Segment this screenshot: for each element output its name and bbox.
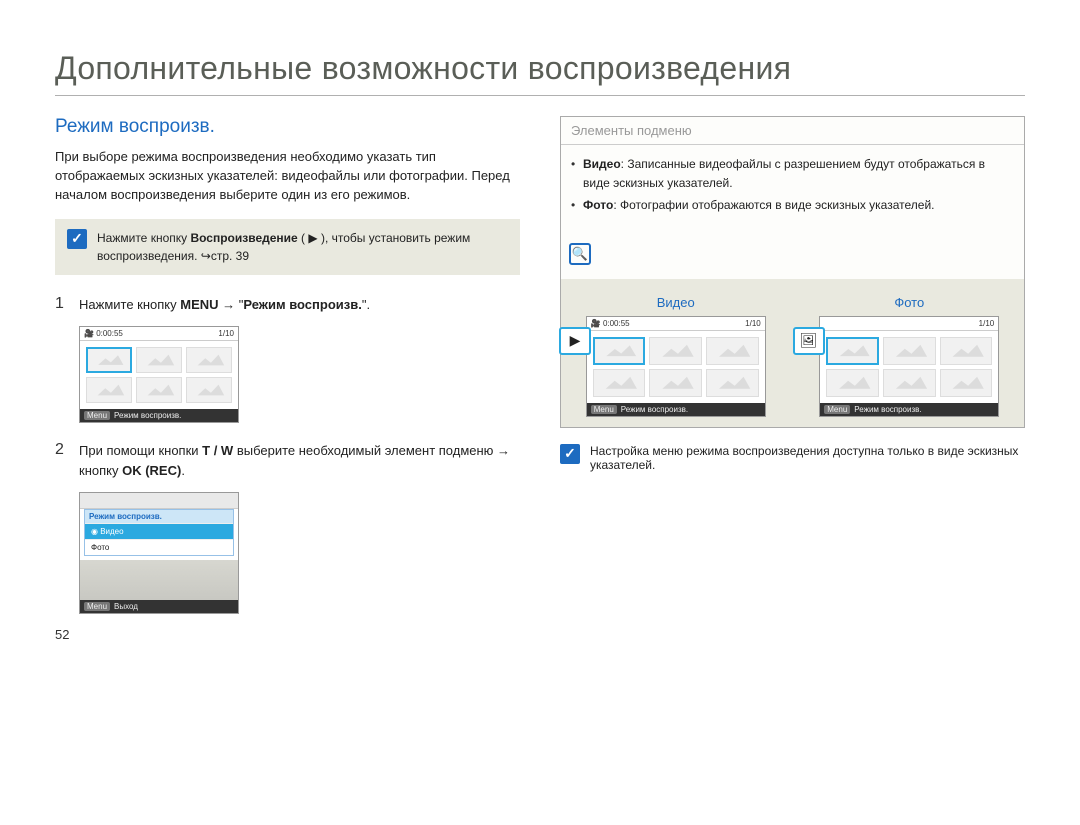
play-timer: 🎥 0:00:55 — [591, 319, 630, 328]
menu-tag: Menu — [824, 405, 850, 414]
step-number: 1 — [55, 295, 69, 315]
section-heading: Режим воспроизв. — [55, 116, 520, 138]
menu-screen-mock: Режим воспроизв. ◉ Видео Фото Menu Выход — [79, 492, 239, 614]
menu-row-video: ◉ Видео — [85, 523, 233, 539]
tip-box: ✓ Нажмите кнопку Воспроизведение ( ▶ ), … — [55, 219, 520, 275]
counter: 1/10 — [745, 319, 761, 328]
check-icon: ✓ — [560, 444, 580, 464]
preview-label-photo: Фото — [807, 295, 1013, 310]
zoom-icon: 🔍 — [569, 243, 591, 265]
menu-tag: Menu — [84, 602, 110, 611]
photo-callout-icon: 🖼 — [793, 327, 825, 355]
check-icon: ✓ — [67, 229, 87, 249]
info-note-text: Настройка меню режима воспроизведения до… — [590, 444, 1025, 472]
intro-text: При выборе режима воспроизведения необхо… — [55, 148, 520, 205]
step-number: 2 — [55, 441, 69, 480]
menu-tag: Menu — [84, 411, 110, 420]
info-note: ✓ Настройка меню режима воспроизведения … — [560, 444, 1025, 472]
counter: 1/10 — [979, 319, 995, 328]
play-timer: 🎥 0:00:55 — [84, 329, 123, 338]
menu-row-photo: Фото — [85, 539, 233, 555]
counter: 1/10 — [218, 329, 234, 338]
menu-tag: Menu — [591, 405, 617, 414]
page-title: Дополнительные возможности воспроизведен… — [55, 50, 1025, 96]
play-callout-icon: ▶ — [559, 327, 591, 355]
step-1: 1 Нажмите кнопку MENU → "Режим воспроизв… — [55, 295, 520, 315]
submenu-title: Элементы подменю — [561, 117, 1024, 145]
footer-label: Режим воспроизв. — [854, 405, 921, 414]
footer-label: Режим воспроизв. — [621, 405, 688, 414]
thumbnail-screen-mock: 🎥 0:00:55 1/10 Menu Режим воспроизв. — [79, 326, 239, 423]
submenu-box: Элементы подменю Видео: Записанные видео… — [560, 116, 1025, 428]
step-2: 2 При помощи кнопки T / W выберите необх… — [55, 441, 520, 480]
tip-text: Нажмите кнопку Воспроизведение ( ▶ ), чт… — [97, 229, 508, 265]
menu-popup-header: Режим воспроизв. — [85, 510, 233, 523]
exit-label: Выход — [114, 602, 138, 611]
footer-label: Режим воспроизв. — [114, 411, 181, 420]
preview-label-video: Видео — [573, 295, 779, 310]
submenu-item-photo: Фото: Фотографии отображаются в виде эск… — [583, 196, 1010, 215]
submenu-item-video: Видео: Записанные видеофайлы с разрешени… — [583, 155, 1010, 192]
page-number: 52 — [55, 627, 69, 642]
